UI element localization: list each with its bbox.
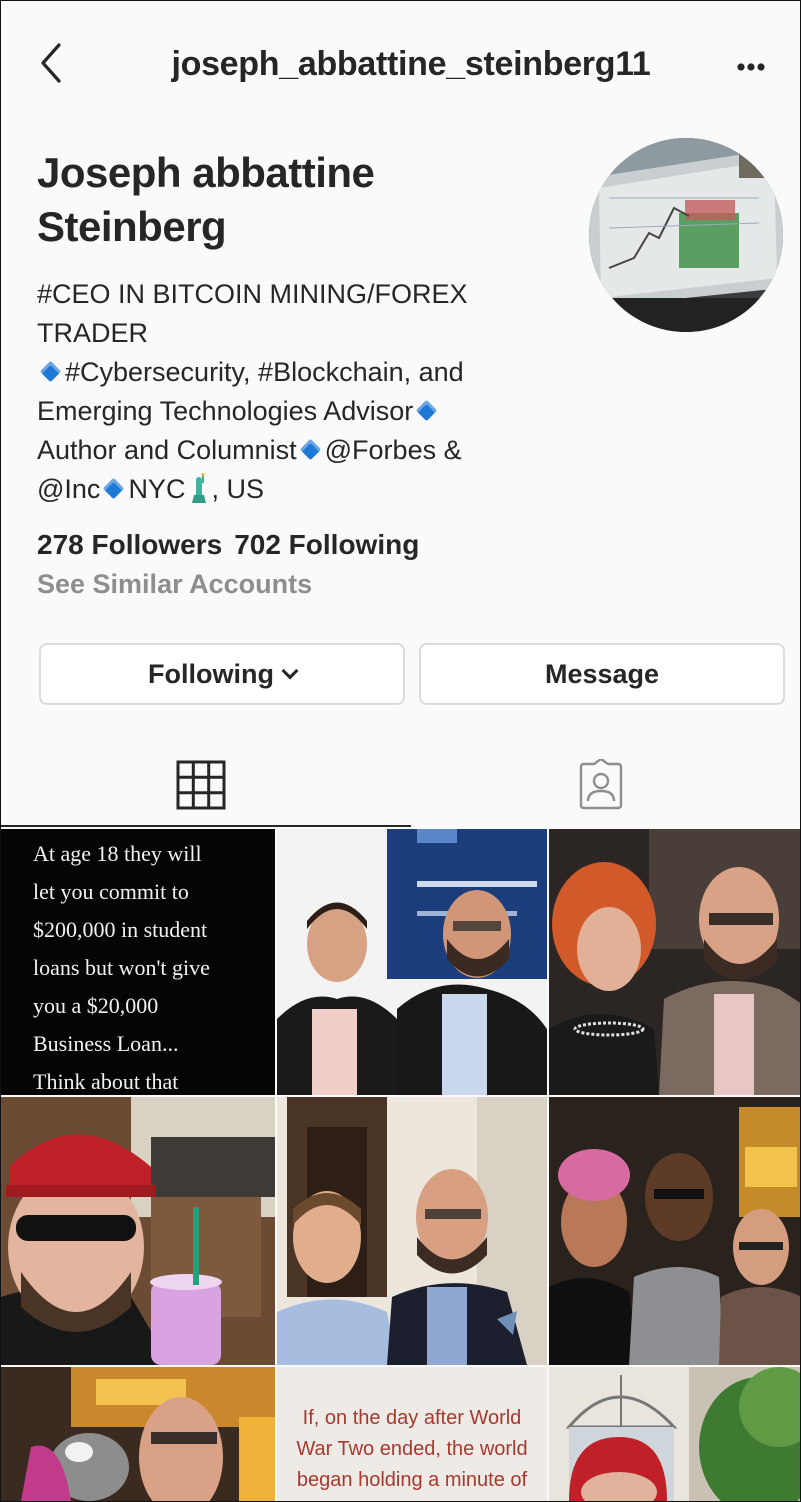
- chevron-left-icon: [41, 43, 61, 83]
- post-tile[interactable]: [549, 1097, 800, 1365]
- bio-text: NYC: [128, 474, 186, 504]
- see-similar-accounts-link[interactable]: See Similar Accounts: [37, 569, 312, 600]
- post-photo: [549, 1367, 800, 1501]
- bio-text: #Cybersecurity, #Blockchain, and: [65, 357, 464, 387]
- quote-line: began holding a minute of: [296, 1469, 528, 1491]
- profile-tab-bar: [1, 743, 800, 829]
- profile-stats: 278 Followers 702 Following: [37, 529, 431, 561]
- post-quote-text: At age 18 they will let you commit to $2…: [33, 835, 263, 1095]
- tab-tagged[interactable]: [401, 743, 800, 827]
- bio-text: Emerging Technologies Advisor: [37, 396, 414, 426]
- post-tile[interactable]: [549, 829, 800, 1095]
- quote-line: War Two ended, the world: [296, 1438, 528, 1460]
- post-quote-text: If, on the day after World War Two ended…: [287, 1403, 537, 1496]
- blue-diamond-icon: [416, 399, 438, 422]
- bio-line: TRADER: [37, 318, 149, 348]
- following-button[interactable]: Following: [39, 643, 405, 705]
- quote-line: Business Loan...: [33, 1031, 179, 1056]
- post-tile[interactable]: [1, 1097, 275, 1365]
- followers-count-link[interactable]: 278 Followers: [37, 529, 222, 560]
- quote-line: $200,000 in student: [33, 917, 208, 942]
- top-nav-bar: joseph_abbattine_steinberg11: [1, 1, 800, 131]
- statue-of-liberty-icon: [192, 473, 207, 503]
- active-tab-indicator: [1, 825, 411, 827]
- message-button[interactable]: Message: [419, 643, 785, 705]
- quote-line: Think about that: [33, 1069, 179, 1094]
- profile-avatar[interactable]: [589, 138, 783, 332]
- bio-line: @Inc NYC , US: [37, 470, 577, 509]
- post-photo: [1, 1367, 275, 1501]
- avatar-photo: [589, 138, 783, 332]
- profile-screen: joseph_abbattine_steinberg11 Joseph abba…: [0, 0, 801, 1502]
- bio-line: Emerging Technologies Advisor: [37, 392, 577, 431]
- bio-line: #Cybersecurity, #Blockchain, and: [37, 353, 577, 392]
- profile-username: joseph_abbattine_steinberg11: [171, 45, 651, 83]
- grid-icon: [176, 760, 225, 810]
- inc-mention-link[interactable]: @Inc: [37, 474, 100, 504]
- more-options-button[interactable]: [729, 47, 773, 87]
- post-photo: [549, 829, 800, 1095]
- following-count-link[interactable]: 702 Following: [234, 529, 419, 560]
- post-tile[interactable]: At age 18 they will let you commit to $2…: [1, 829, 275, 1095]
- post-photo: [277, 829, 547, 1095]
- tab-posts-grid[interactable]: [1, 743, 400, 827]
- post-photo: [277, 1097, 547, 1365]
- quote-line: If, on the day after World: [302, 1407, 522, 1429]
- post-photo: [549, 1097, 800, 1365]
- more-horizontal-icon: [737, 63, 765, 71]
- bio-text: Author and Columnist: [37, 435, 297, 465]
- post-tile[interactable]: If, on the day after World War Two ended…: [277, 1367, 547, 1501]
- bio-text: , US: [211, 474, 264, 504]
- blue-diamond-icon: [103, 477, 125, 500]
- posts-grid: At age 18 they will let you commit to $2…: [1, 829, 800, 1501]
- post-tile[interactable]: [1, 1367, 275, 1501]
- display-name-line2: Steinberg: [37, 203, 227, 250]
- message-button-label: Message: [544, 658, 660, 689]
- profile-bio: #CEO IN BITCOIN MINING/FOREX TRADER #Cyb…: [37, 275, 577, 509]
- quote-line: loans but won't give: [33, 955, 210, 980]
- display-name-line1: Joseph abbattine: [37, 149, 375, 196]
- quote-line: let you commit to: [33, 879, 189, 904]
- profile-display-name: Joseph abbattine Steinberg: [37, 146, 577, 254]
- post-tile[interactable]: [549, 1367, 800, 1501]
- quote-line: you a $20,000: [33, 993, 159, 1018]
- post-tile[interactable]: [277, 1097, 547, 1365]
- chevron-down-icon: [281, 662, 299, 680]
- tagged-person-icon: [579, 759, 622, 810]
- forbes-mention-link[interactable]: @Forbes &: [325, 435, 462, 465]
- quote-line: At age 18 they will: [33, 841, 202, 866]
- blue-diamond-icon: [299, 438, 321, 461]
- back-button[interactable]: [37, 41, 67, 85]
- post-tile[interactable]: [277, 829, 547, 1095]
- bio-line: Author and Columnist @Forbes &: [37, 431, 577, 470]
- following-button-label: Following: [148, 658, 274, 689]
- bio-line: #CEO IN BITCOIN MINING/FOREX: [37, 279, 468, 309]
- blue-diamond-icon: [39, 360, 62, 383]
- post-photo: [1, 1097, 275, 1365]
